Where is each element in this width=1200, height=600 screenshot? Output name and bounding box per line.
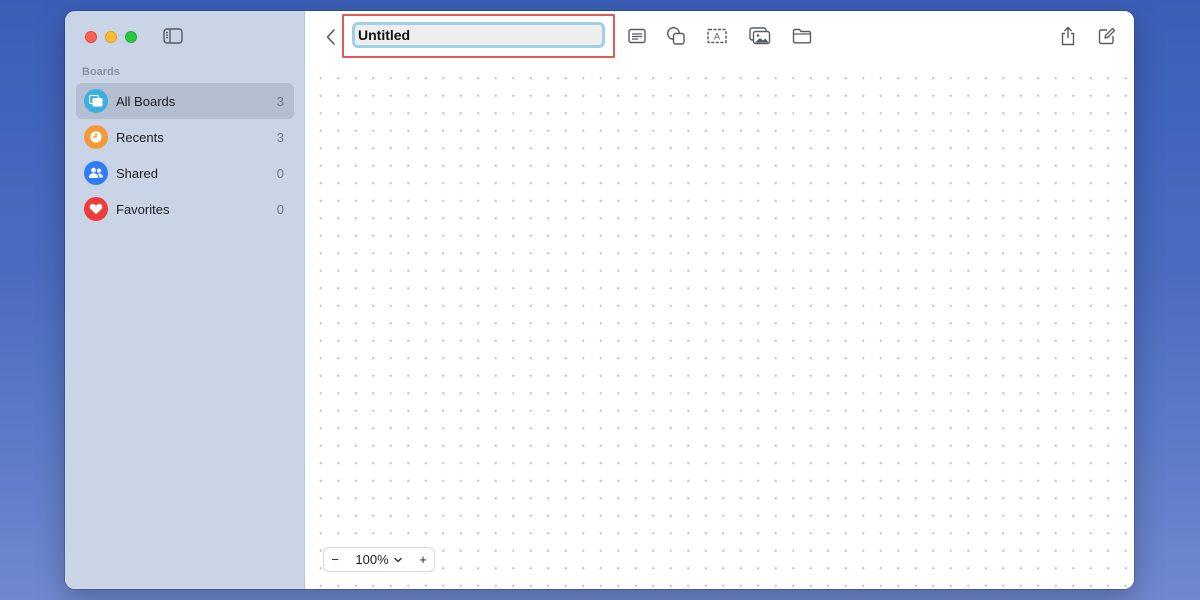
media-icon[interactable] xyxy=(749,25,771,47)
back-chevron-icon[interactable] xyxy=(324,28,338,46)
all-boards-icon xyxy=(84,89,108,113)
zoom-in-button[interactable]: + xyxy=(412,548,434,571)
chevron-down-icon xyxy=(393,557,402,562)
sidebar: Boards All Boards 3 Recents 3 Shared 0 F… xyxy=(65,11,305,589)
sidebar-item-count: 3 xyxy=(276,93,284,109)
maximize-window-button[interactable] xyxy=(125,31,137,43)
toolbar: A xyxy=(306,11,1134,63)
sidebar-toggle-icon[interactable] xyxy=(163,28,183,44)
sidebar-item-recents[interactable]: Recents 3 xyxy=(76,119,294,155)
sidebar-item-all-boards[interactable]: All Boards 3 xyxy=(76,83,294,119)
zoom-out-button[interactable]: − xyxy=(324,548,346,571)
close-window-button[interactable] xyxy=(85,31,97,43)
compose-icon[interactable] xyxy=(1096,25,1118,47)
text-box-icon[interactable]: A xyxy=(706,25,728,47)
sidebar-item-label: Shared xyxy=(116,165,158,181)
board-title-input[interactable] xyxy=(352,22,605,48)
folder-icon[interactable] xyxy=(791,25,813,47)
sidebar-item-count: 3 xyxy=(276,129,284,145)
boards-section-label: Boards xyxy=(82,66,120,78)
sidebar-item-label: All Boards xyxy=(116,93,176,109)
sidebar-item-label: Favorites xyxy=(116,201,170,217)
people-icon xyxy=(84,161,108,185)
shapes-icon[interactable] xyxy=(665,25,687,47)
sticky-note-icon[interactable] xyxy=(626,25,648,47)
board-canvas[interactable]: A xyxy=(306,11,1134,589)
zoom-control: − 100% + xyxy=(323,547,435,572)
freeform-window: Boards All Boards 3 Recents 3 Shared 0 F… xyxy=(65,11,1134,589)
clock-icon xyxy=(84,125,108,149)
sidebar-item-label: Recents xyxy=(116,129,164,145)
sidebar-list: All Boards 3 Recents 3 Shared 0 Favorite… xyxy=(76,83,294,227)
sidebar-item-count: 0 xyxy=(276,165,284,181)
sidebar-item-favorites[interactable]: Favorites 0 xyxy=(76,191,294,227)
share-icon[interactable] xyxy=(1057,25,1079,47)
svg-text:A: A xyxy=(714,32,720,42)
sidebar-item-shared[interactable]: Shared 0 xyxy=(76,155,294,191)
zoom-level-value: 100% xyxy=(355,552,389,567)
zoom-level-dropdown[interactable]: 100% xyxy=(346,552,412,567)
minimize-window-button[interactable] xyxy=(105,31,117,43)
sidebar-item-count: 0 xyxy=(276,201,284,217)
window-controls xyxy=(85,31,137,43)
heart-icon xyxy=(84,197,108,221)
